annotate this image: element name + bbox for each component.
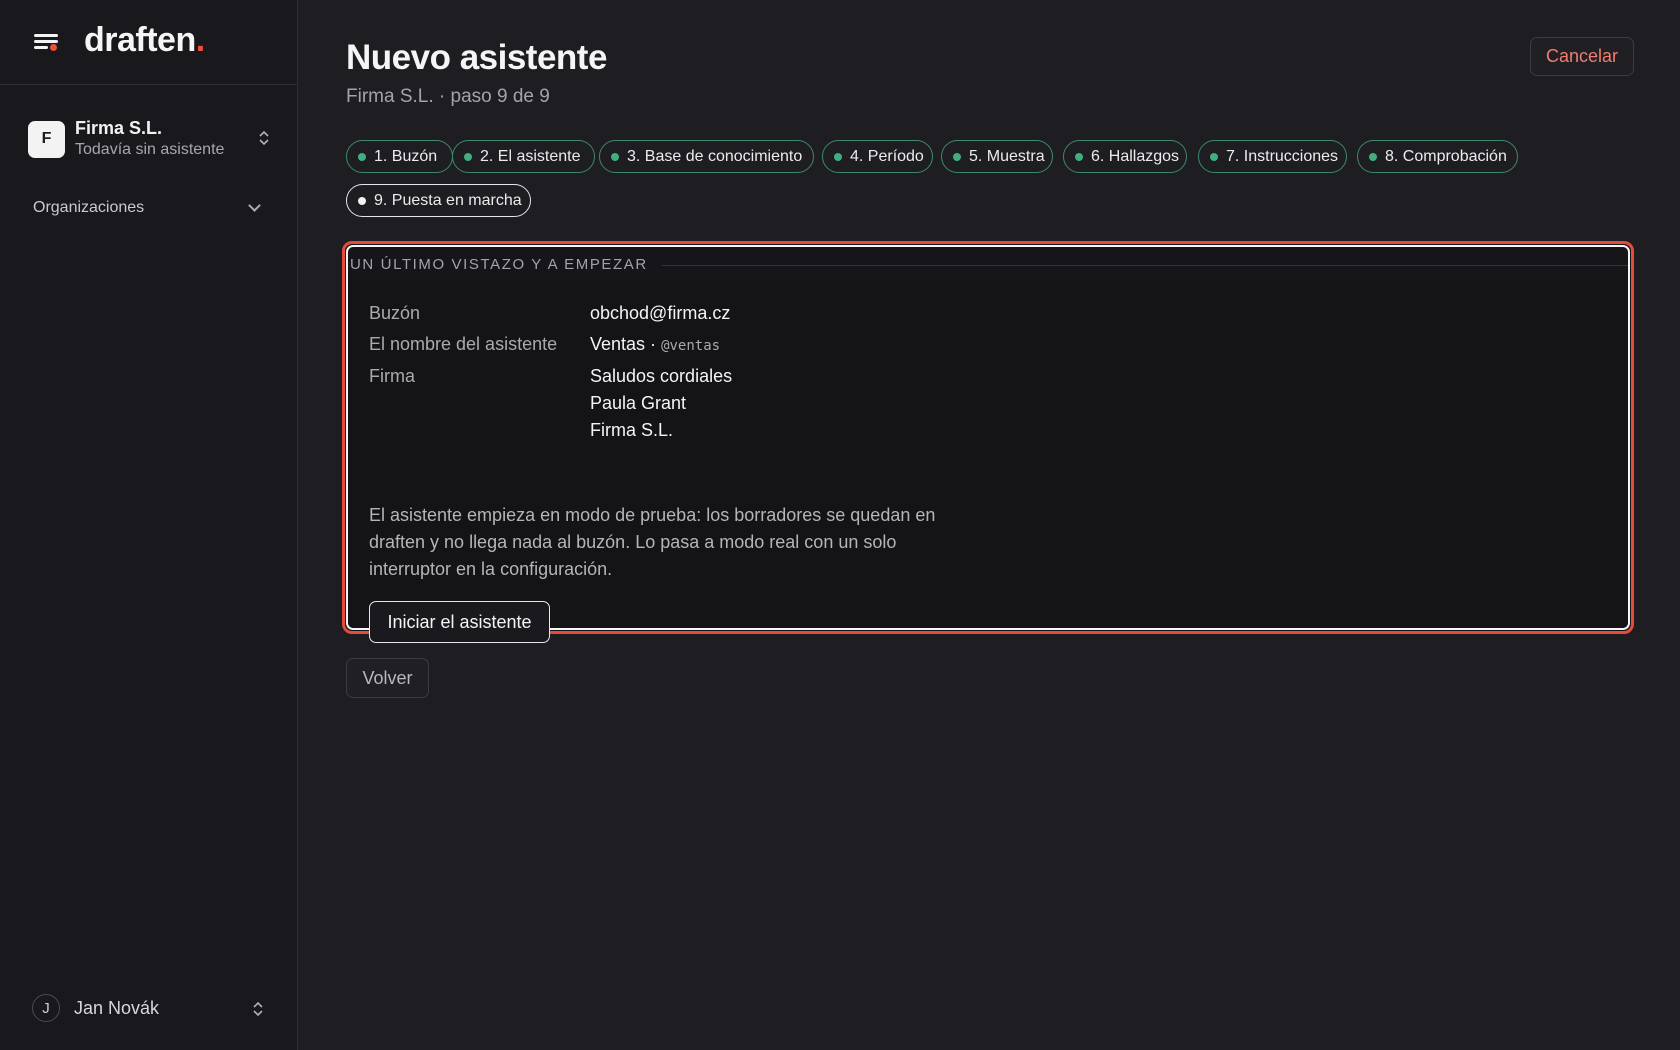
step-done-dot-icon [1075,152,1083,161]
step-tab-4[interactable]: 4. Período [822,140,933,173]
step-tab-1[interactable]: 1. Buzón [346,140,453,173]
step-done-dot-icon [464,152,472,161]
organizations-label: Organizaciones [33,199,145,216]
org-status: Todavía sin asistente [75,141,225,158]
page-title: Nuevo asistente [346,38,607,77]
chevron-updown-icon [256,129,272,147]
sidebar-header: draften. [0,0,297,85]
cancel-button[interactable]: Cancelar [1530,37,1634,76]
org-name: Firma S.L. [75,118,163,138]
step-done-dot-icon [834,152,842,161]
test-mode-note: El asistente empieza en modo de prueba: … [369,505,936,579]
summary-card: UN ÚLTIMO VISTAZO Y A EMPEZAR Buzón obch… [342,241,1634,643]
step-tab-7[interactable]: 7. Instrucciones [1198,140,1347,173]
organizations-toggle[interactable]: Organizaciones [33,199,265,217]
org-avatar: F [28,120,65,158]
signature-key: Firma [369,366,415,386]
step-done-dot-icon [1210,152,1218,161]
user-menu[interactable]: J Jan Novák [32,994,266,1022]
summary-heading-label: UN ÚLTIMO VISTAZO Y A EMPEZAR [350,255,648,273]
user-name: Jan Novák [74,997,160,1018]
step-tab-6[interactable]: 6. Hallazgos [1063,140,1187,173]
step-tab-3[interactable]: 3. Base de conocimiento [599,140,814,173]
back-button[interactable]: Volver [346,658,429,698]
signature-value: Saludos cordiales Paula Grant Firma S.L. [590,366,733,440]
chevron-updown-icon [250,1000,266,1018]
step-tab-9[interactable]: 9. Puesta en marcha [346,184,531,217]
heading-divider [661,264,1628,266]
chevron-down-icon [248,199,261,212]
page-subtitle: Firma S.L. · paso 9 de 9 [346,86,550,107]
summary-heading: UN ÚLTIMO VISTAZO Y A EMPEZAR [348,253,1628,275]
summary-body: Buzón obchod@firma.cz El nombre del asis… [348,279,1628,643]
mailbox-value: obchod@firma.cz [590,303,731,323]
step-done-dot-icon [358,152,366,161]
step-current-dot-icon [358,196,366,205]
sidebar: draften. F Firma S.L. Todavía sin asiste… [0,0,298,1050]
step-tab-2[interactable]: 2. El asistente [452,140,595,173]
step-done-dot-icon [1369,152,1377,161]
start-assistant-button[interactable]: Iniciar el asistente [369,601,550,643]
mailbox-key: Buzón [369,303,421,323]
assistant-handle: @ventas [661,338,721,354]
step-done-dot-icon [611,152,619,161]
step-done-dot-icon [953,152,961,161]
summary-card-focus-ring: UN ÚLTIMO VISTAZO Y A EMPEZAR Buzón obch… [346,245,1630,643]
logo[interactable]: draften. [84,21,205,60]
assistant-name-value: Ventas · @ventas [590,334,721,354]
step-tab-5[interactable]: 5. Muestra [941,140,1053,173]
step-tab-8[interactable]: 8. Comprobación [1357,140,1518,173]
assistant-name-key: El nombre del asistente [369,334,558,354]
organization-switcher[interactable]: F Firma S.L. Todavía sin asistente [28,117,272,161]
avatar: J [32,994,60,1022]
menu-icon[interactable] [32,30,60,54]
